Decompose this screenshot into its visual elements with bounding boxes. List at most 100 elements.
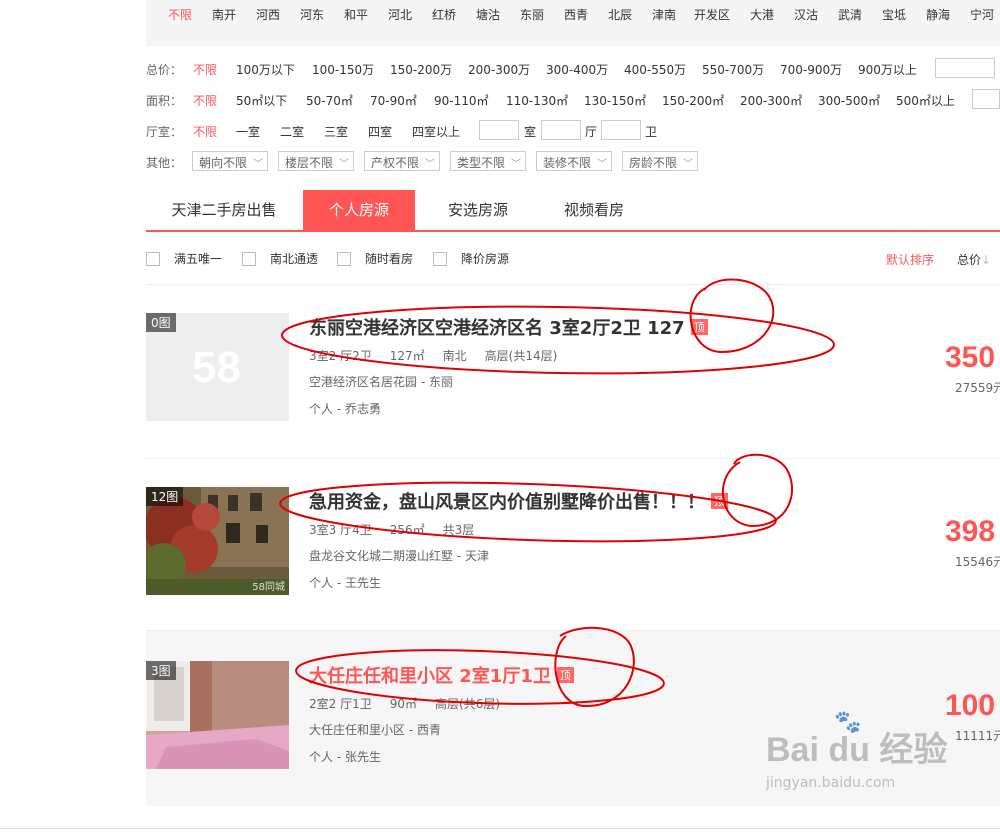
area-option[interactable]: 150-200㎡ xyxy=(662,92,724,109)
price-option[interactable]: 700-900万 xyxy=(780,61,842,78)
listing-unit-price: 15546元 xyxy=(955,555,1000,569)
price-option[interactable]: 550-700万 xyxy=(702,61,764,78)
district-option[interactable]: 河西 xyxy=(256,6,280,23)
district-option[interactable]: 塘沽 xyxy=(476,6,500,23)
checkbox-north-south[interactable]: 南北通透 xyxy=(242,250,318,267)
sort-default[interactable]: 默认排序 xyxy=(886,251,934,268)
type-dropdown[interactable]: 类型不限 ﹀ xyxy=(450,151,526,171)
dropdown-value: 产权不限 xyxy=(371,156,420,170)
checkbox-box[interactable] xyxy=(337,251,351,266)
listing-photo[interactable]: 12图 58同城 xyxy=(146,487,289,595)
listing-title-text: 急用资金，盘山风景区内价值别墅降价出售！！！ xyxy=(309,492,705,513)
orientation-dropdown[interactable]: 朝向不限 ﹀ xyxy=(192,151,268,171)
price-option[interactable]: 900万以上 xyxy=(858,61,917,78)
listing-title[interactable]: 大任庄任和里小区 2室1厅1卫顶 xyxy=(309,662,574,688)
listing-unit-price: 27559元 xyxy=(955,381,1000,395)
area-option[interactable]: 110-130㎡ xyxy=(506,92,568,109)
district-option[interactable]: 武清 xyxy=(838,6,862,23)
rooms-option[interactable]: 四室 xyxy=(368,123,392,140)
chevron-down-icon: ﹀ xyxy=(597,159,607,170)
floor-dropdown[interactable]: 楼层不限 ﹀ xyxy=(278,151,354,171)
price-min-input[interactable] xyxy=(935,58,995,78)
photo-watermark: 58同城 xyxy=(252,582,285,593)
top-badge: 顶 xyxy=(556,667,574,683)
price-option[interactable]: 100-150万 xyxy=(312,61,374,78)
checkbox-view-anytime[interactable]: 随时看房 xyxy=(337,250,413,267)
district-option[interactable]: 河北 xyxy=(388,6,412,23)
listing-community[interactable]: 盘龙谷文化城二期漫山红墅 - 天津 xyxy=(309,547,489,564)
district-option[interactable]: 静海 xyxy=(926,6,950,23)
bath-unit-label: 卫 xyxy=(645,125,658,139)
sort-total-price[interactable]: 总价↓ xyxy=(957,251,991,268)
checkbox-box[interactable] xyxy=(433,251,447,266)
price-option[interactable]: 200-300万 xyxy=(468,61,530,78)
area-option[interactable]: 500㎡以上 xyxy=(896,92,955,109)
rooms-option[interactable]: 二室 xyxy=(280,123,304,140)
checkbox-five-years-unique[interactable]: 满五唯一 xyxy=(146,250,222,267)
district-option[interactable]: 开发区 xyxy=(694,6,730,23)
dropdown-value: 朝向不限 xyxy=(199,156,248,170)
listing-community[interactable]: 空港经济区名居花园 - 东丽 xyxy=(309,373,453,390)
listing-community[interactable]: 大任庄任和里小区 - 西青 xyxy=(309,721,441,738)
layout: 3室2 厅2卫 xyxy=(309,349,372,363)
floor: 高层(共6层) xyxy=(435,697,501,711)
tab-video-viewing[interactable]: 视频看房 xyxy=(542,190,646,230)
area-option[interactable]: 300-500㎡ xyxy=(818,92,880,109)
listing-photo-placeholder[interactable]: 0图 58 xyxy=(146,313,289,421)
area-option[interactable]: 90-110㎡ xyxy=(434,92,489,109)
quick-filter-bar: 满五唯一 南北通透 随时看房 降价房源 默认排序 总价↓ xyxy=(146,246,1000,270)
tab-tianjin-resale[interactable]: 天津二手房出售 xyxy=(156,190,292,230)
area-option[interactable]: 50-70㎡ xyxy=(306,92,353,109)
district-option[interactable]: 红桥 xyxy=(432,6,456,23)
paw-icon: 🐾 xyxy=(834,710,862,735)
rooms-option[interactable]: 一室 xyxy=(236,123,260,140)
area-option[interactable]: 200-300㎡ xyxy=(740,92,802,109)
listing-specs: 3室3 厅4卫 256㎡ 共3层 xyxy=(309,521,492,538)
checkbox-box[interactable] xyxy=(242,251,256,266)
checkbox-box[interactable] xyxy=(146,251,160,266)
area-option[interactable]: 70-90㎡ xyxy=(370,92,417,109)
district-option[interactable]: 东丽 xyxy=(520,6,544,23)
rooms-option[interactable]: 四室以上 xyxy=(412,123,460,140)
rooms-option[interactable]: 三室 xyxy=(324,123,348,140)
age-dropdown[interactable]: 房龄不限 ﹀ xyxy=(622,151,698,171)
price-option[interactable]: 400-550万 xyxy=(624,61,686,78)
district-option[interactable]: 北辰 xyxy=(608,6,632,23)
area-min-input[interactable] xyxy=(972,89,1000,109)
district-option[interactable]: 大港 xyxy=(750,6,774,23)
watermark-url: jingyan.baidu.com xyxy=(766,775,896,791)
listing-title[interactable]: 急用资金，盘山风景区内价值别墅降价出售！！！ 顶 xyxy=(309,488,728,514)
property-right-dropdown[interactable]: 产权不限 ﹀ xyxy=(364,151,440,171)
room-count-input[interactable] xyxy=(479,120,519,140)
district-option[interactable]: 汉沽 xyxy=(794,6,818,23)
district-option[interactable]: 宝坻 xyxy=(882,6,906,23)
district-filter-bar: 不限 南开 河西 河东 和平 河北 红桥 塘沽 东丽 西青 北辰 津南 开发区 … xyxy=(146,0,1000,46)
district-option[interactable]: 西青 xyxy=(564,6,588,23)
listing-photo[interactable]: 3图 xyxy=(146,661,289,769)
district-option[interactable]: 河东 xyxy=(300,6,324,23)
area-option[interactable]: 50㎡以下 xyxy=(236,92,287,109)
district-option[interactable]: 津南 xyxy=(652,6,676,23)
tab-safe-listings[interactable]: 安选房源 xyxy=(426,190,530,230)
price-option[interactable]: 100万以下 xyxy=(236,61,295,78)
hall-count-input[interactable] xyxy=(541,120,581,140)
listing-item: 12图 58同城 急用资金，盘山风景区内价值别墅降价出售！！！ 顶 3室3 厅4卫… xyxy=(146,487,1000,595)
district-option[interactable]: 南开 xyxy=(212,6,236,23)
tab-personal-listings[interactable]: 个人房源 xyxy=(303,190,415,230)
checkbox-price-reduced[interactable]: 降价房源 xyxy=(433,250,509,267)
district-option[interactable]: 宁河 xyxy=(970,6,994,23)
area-option-any[interactable]: 不限 xyxy=(193,92,217,109)
room-unit-label: 室 xyxy=(524,125,537,139)
price-option[interactable]: 150-200万 xyxy=(390,61,452,78)
district-option[interactable]: 和平 xyxy=(344,6,368,23)
district-option-any[interactable]: 不限 xyxy=(168,6,192,23)
checkbox-label: 降价房源 xyxy=(461,252,510,266)
bath-count-input[interactable] xyxy=(601,120,641,140)
price-option-any[interactable]: 不限 xyxy=(193,61,217,78)
decoration-dropdown[interactable]: 装修不限 ﹀ xyxy=(536,151,612,171)
price-option[interactable]: 300-400万 xyxy=(546,61,608,78)
area-option[interactable]: 130-150㎡ xyxy=(584,92,646,109)
listing-title-text: 大任庄任和里小区 2室1厅1卫 xyxy=(309,666,551,687)
rooms-option-any[interactable]: 不限 xyxy=(193,123,217,140)
listing-title[interactable]: 东丽空港经济区空港经济区名 3室2厅2卫 127 顶 xyxy=(309,314,708,340)
